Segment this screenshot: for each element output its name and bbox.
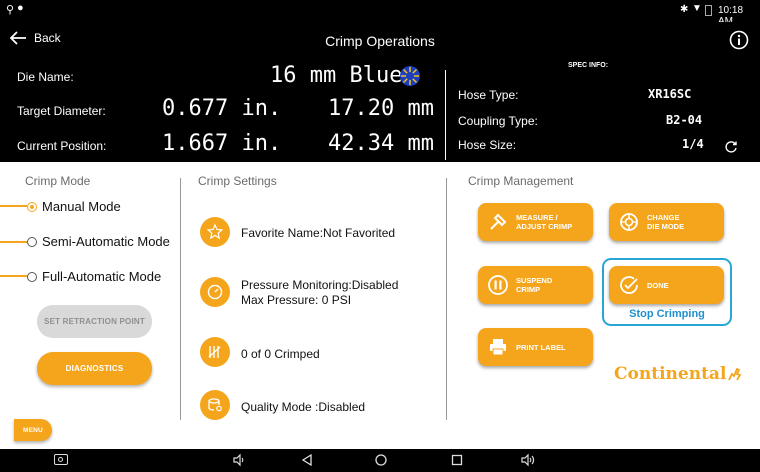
hose-type-label: Hose Type: <box>458 88 519 102</box>
bluetooth-icon: ✱ <box>680 4 689 15</box>
radio-selected-icon <box>27 201 37 212</box>
volume-down-button[interactable] <box>232 453 246 470</box>
done-button[interactable]: DONE <box>609 266 724 304</box>
page-title: Crimp Operations <box>325 33 435 49</box>
volume-up-button[interactable] <box>520 453 536 470</box>
home-nav-button[interactable] <box>374 453 388 470</box>
screenshot-button[interactable] <box>54 454 68 465</box>
coupling-type-value: B2-04 <box>666 113 703 127</box>
printer-icon <box>486 335 510 359</box>
volume-up-icon <box>521 453 535 467</box>
print-label-text: PRINT LABEL <box>516 342 566 352</box>
current-position-mm: 42.34 mm <box>328 131 434 156</box>
pressure-gauge-icon <box>200 277 230 307</box>
suspend-crimp-button[interactable]: SUSPEND CRIMP <box>478 266 593 304</box>
crimp-count-icon <box>200 337 230 367</box>
continental-logo: Continental <box>614 364 742 384</box>
measure-tool-icon <box>486 210 510 234</box>
diagnostics-button[interactable]: DIAGNOSTICS <box>37 352 152 385</box>
favorite-name-text: Favorite Name:Not Favorited <box>241 226 396 240</box>
square-recents-icon <box>451 454 463 466</box>
crimp-info-panel: Die Name: 16 mm Blue Target Diameter: 0.… <box>0 62 760 162</box>
mode-connector-3 <box>0 275 27 277</box>
spec-info-label: SPEC INFO: <box>568 62 609 69</box>
crimp-settings-title: Crimp Settings <box>198 174 277 188</box>
crimp-mode-title: Crimp Mode <box>25 174 91 188</box>
mode-option-manual[interactable]: Manual Mode <box>27 199 121 214</box>
mode-option-label: Manual Mode <box>42 199 121 214</box>
set-retraction-point-button[interactable]: SET RETRACTION POINT <box>37 305 152 338</box>
radio-unselected-icon <box>27 271 37 282</box>
android-nav-bar <box>0 449 760 472</box>
camera-icon <box>58 457 63 462</box>
mode-option-semi-automatic[interactable]: Semi-Automatic Mode <box>27 234 170 249</box>
measure-adjust-crimp-button[interactable]: MEASURE / ADJUST CRIMP <box>478 203 593 241</box>
current-position-in: 1.667 in. <box>162 131 282 156</box>
battery-icon <box>705 5 712 16</box>
back-nav-button[interactable] <box>301 453 313 470</box>
measure-label-line1: MEASURE / <box>516 213 558 222</box>
mode-option-label: Full-Automatic Mode <box>42 269 162 284</box>
location-icon: ● <box>17 2 24 14</box>
change-die-mode-button[interactable]: CHANGE DIE MODE <box>609 203 724 241</box>
current-position-label: Current Position: <box>17 139 107 153</box>
menu-button[interactable]: MENU <box>14 419 52 441</box>
usb-icon: ⚲ <box>6 4 15 16</box>
pause-icon <box>486 273 510 297</box>
die-color-icon <box>399 65 421 87</box>
info-icon <box>729 30 749 50</box>
column-divider-1 <box>180 178 181 420</box>
target-diameter-in: 0.677 in. <box>162 96 282 121</box>
recents-nav-button[interactable] <box>451 453 463 470</box>
horse-icon <box>728 367 742 381</box>
app-bar: Back Crimp Operations <box>0 22 760 64</box>
wifi-icon: ▼ <box>692 3 702 14</box>
brand-name: Continental <box>614 364 727 384</box>
target-diameter-label: Target Diameter: <box>17 104 106 118</box>
main-panel: Crimp Mode Manual Mode Semi-Automatic Mo… <box>0 162 760 449</box>
radio-unselected-icon <box>27 236 37 247</box>
hose-size-value: 1/4 <box>682 137 704 151</box>
mode-option-full-automatic[interactable]: Full-Automatic Mode <box>27 269 161 284</box>
crimped-count-text: 0 of 0 Crimped <box>241 347 320 361</box>
max-pressure-text: Max Pressure: 0 PSI <box>241 293 352 307</box>
mode-option-label: Semi-Automatic Mode <box>42 234 170 249</box>
done-label: DONE <box>647 280 669 290</box>
coupling-type-label: Coupling Type: <box>458 114 538 128</box>
die-icon <box>617 210 641 234</box>
column-divider-2 <box>446 178 447 420</box>
circle-home-icon <box>375 454 387 466</box>
hose-size-label: Hose Size: <box>458 138 517 152</box>
refresh-button[interactable] <box>724 140 738 154</box>
mode-connector-2 <box>0 241 27 243</box>
check-circle-icon <box>617 273 641 297</box>
info-button[interactable] <box>729 30 749 50</box>
quality-mode-text: Quality Mode :Disabled <box>241 400 366 414</box>
info-divider <box>445 70 446 160</box>
triangle-back-icon <box>301 453 312 467</box>
pressure-monitoring-text: Pressure Monitoring:Disabled <box>241 278 399 292</box>
target-diameter-mm: 17.20 mm <box>328 96 434 121</box>
suspend-label-line2: CRIMP <box>516 285 541 294</box>
volume-down-icon <box>233 453 244 467</box>
refresh-icon <box>725 141 737 153</box>
quality-mode-icon <box>200 390 230 420</box>
measure-label-line2: ADJUST CRIMP <box>516 222 573 231</box>
hose-type-value: XR16SC <box>648 87 692 101</box>
change-label-line2: DIE MODE <box>647 222 685 231</box>
crimp-management-title: Crimp Management <box>468 174 574 188</box>
mode-connector-1 <box>0 205 27 207</box>
status-bar: ⚲ ● ✱ ▼ 10:18 AM <box>0 0 760 27</box>
change-label-line1: CHANGE <box>647 213 680 222</box>
print-label-button[interactable]: PRINT LABEL <box>478 328 593 366</box>
stop-crimping-label[interactable]: Stop Crimping <box>602 308 732 320</box>
favorite-icon <box>200 217 230 247</box>
die-name-label: Die Name: <box>17 70 74 84</box>
die-name-value: 16 mm Blue <box>270 63 403 88</box>
suspend-label-line1: SUSPEND <box>516 276 553 285</box>
